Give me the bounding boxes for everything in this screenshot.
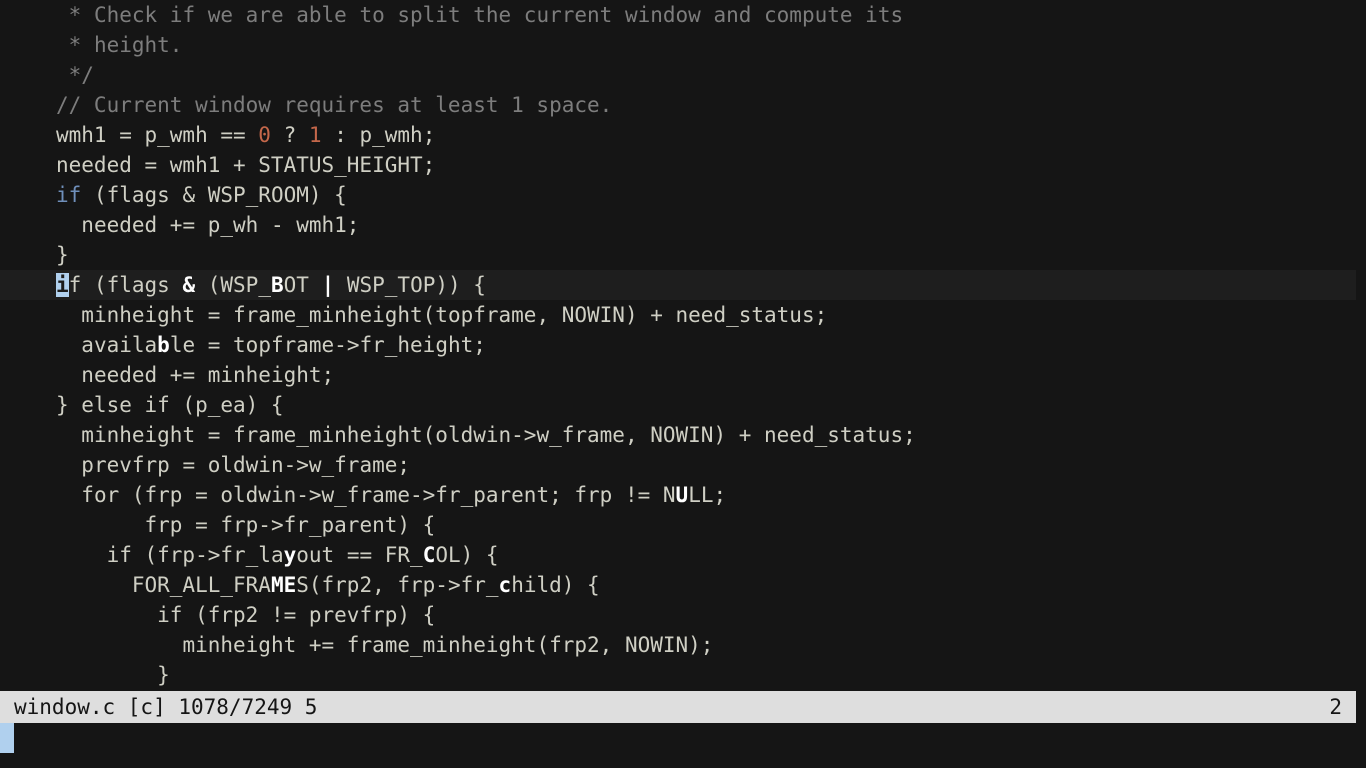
code-line[interactable]: if (frp2 != prevfrp) { xyxy=(0,600,1366,630)
code-line[interactable]: */ xyxy=(0,60,1366,90)
status-line-window-number: 2 xyxy=(1329,695,1342,719)
code-line[interactable]: needed += minheight; xyxy=(0,360,1366,390)
status-line: window.c [c] 1078/7249 5 2 xyxy=(0,691,1356,723)
code-token-normal: OT xyxy=(283,273,322,297)
code-token-normal: hild) { xyxy=(511,573,600,597)
code-token-normal: } xyxy=(157,663,170,687)
code-token-normal: f (flags xyxy=(68,273,183,297)
code-token-bold: | xyxy=(321,273,335,297)
code-token-bold: ME xyxy=(270,573,297,597)
code-line[interactable]: minheight = frame_minheight(oldwin->w_fr… xyxy=(0,420,1366,450)
code-token-bold: B xyxy=(270,273,284,297)
code-token-comment: */ xyxy=(68,63,94,87)
code-line[interactable]: needed += p_wh - wmh1; xyxy=(0,210,1366,240)
code-token-normal: minheight = frame_minheight(topframe, NO… xyxy=(81,303,828,327)
code-token-normal: FOR_ALL_FRA xyxy=(131,573,271,597)
code-line[interactable]: if (flags & WSP_ROOM) { xyxy=(0,180,1366,210)
code-token-bold: U xyxy=(675,483,689,507)
code-token-bold: b xyxy=(157,333,170,357)
code-token-bold: C xyxy=(422,543,436,567)
code-line[interactable]: minheight += frame_minheight(frp2, NOWIN… xyxy=(0,630,1366,660)
status-line-file-info: window.c [c] 1078/7249 5 xyxy=(14,695,318,719)
code-token-normal: if (frp2 != prevfrp) { xyxy=(157,603,436,627)
code-line[interactable]: available = topframe->fr_height; xyxy=(0,330,1366,360)
code-token-normal: S(frp2, frp->fr_ xyxy=(296,573,499,597)
code-token-normal: frp = frp->fr_parent) { xyxy=(144,513,436,537)
code-line[interactable]: needed = wmh1 + STATUS_HEIGHT; xyxy=(0,150,1366,180)
code-token-comment: * Check if we are able to split the curr… xyxy=(68,3,904,27)
code-token-normal: OL) { xyxy=(435,543,499,567)
code-line[interactable]: wmh1 = p_wmh == 0 ? 1 : p_wmh; xyxy=(0,120,1366,150)
code-token-number: 1 xyxy=(308,123,322,147)
code-line[interactable]: } xyxy=(0,240,1366,270)
code-token-normal: needed += minheight; xyxy=(81,363,335,387)
code-token-normal: prevfrp = oldwin->w_frame; xyxy=(81,453,411,477)
code-line[interactable]: for (frp = oldwin->w_frame->fr_parent; f… xyxy=(0,480,1366,510)
code-token-normal: ? xyxy=(270,123,309,147)
code-line[interactable]: } xyxy=(0,660,1366,690)
code-token-normal: le = topframe->fr_height; xyxy=(169,333,486,357)
code-token-normal: (WSP_ xyxy=(195,273,271,297)
code-line[interactable]: minheight = frame_minheight(topframe, NO… xyxy=(0,300,1366,330)
code-line[interactable]: * height. xyxy=(0,30,1366,60)
code-token-normal: needed = wmh1 + STATUS_HEIGHT; xyxy=(56,153,436,177)
code-token-normal: (flags & WSP_ROOM) { xyxy=(81,183,347,207)
terminal-window: * Check if we are able to split the curr… xyxy=(0,0,1366,768)
code-token-normal: LL; xyxy=(688,483,727,507)
code-token-normal: if (frp->fr_la xyxy=(106,543,284,567)
code-token-normal: availa xyxy=(81,333,158,357)
code-token-keyword: if xyxy=(56,183,82,207)
text-cursor: i xyxy=(56,273,69,297)
code-token-bold: c xyxy=(498,573,512,597)
code-token-bold: y xyxy=(283,543,297,567)
code-line[interactable]: // Current window requires at least 1 sp… xyxy=(0,90,1366,120)
code-token-normal: minheight = frame_minheight(oldwin->w_fr… xyxy=(81,423,916,447)
code-token-normal: : p_wmh; xyxy=(321,123,436,147)
code-token-normal: minheight += frame_minheight(frp2, NOWIN… xyxy=(182,633,714,657)
code-line[interactable]: prevfrp = oldwin->w_frame; xyxy=(0,450,1366,480)
code-token-normal: out == FR_ xyxy=(296,543,423,567)
code-token-normal: WSP_TOP)) { xyxy=(334,273,486,297)
code-token-normal: } xyxy=(56,243,69,267)
code-token-comment: * height. xyxy=(68,33,183,57)
code-token-bold: & xyxy=(182,273,196,297)
code-line[interactable]: * Check if we are able to split the curr… xyxy=(0,0,1366,30)
code-line[interactable]: if (frp->fr_layout == FR_COL) { xyxy=(0,540,1366,570)
code-token-normal: for (frp = oldwin->w_frame->fr_parent; f… xyxy=(81,483,676,507)
editor-buffer[interactable]: * Check if we are able to split the curr… xyxy=(0,0,1366,690)
code-token-normal: needed += p_wh - wmh1; xyxy=(81,213,360,237)
code-line[interactable]: if (flags & (WSP_BOT | WSP_TOP)) { xyxy=(0,270,1356,300)
code-token-comment: // Current window requires at least 1 sp… xyxy=(56,93,613,117)
code-token-number: 0 xyxy=(258,123,271,147)
code-line[interactable]: } else if (p_ea) { xyxy=(0,390,1366,420)
command-line[interactable] xyxy=(0,723,1366,768)
code-token-normal: wmh1 = p_wmh == xyxy=(56,123,259,147)
code-token-normal: } else if (p_ea) { xyxy=(56,393,284,417)
code-line[interactable]: FOR_ALL_FRAMES(frp2, frp->fr_child) { xyxy=(0,570,1366,600)
code-line[interactable]: frp = frp->fr_parent) { xyxy=(0,510,1366,540)
command-line-cursor xyxy=(0,723,14,753)
